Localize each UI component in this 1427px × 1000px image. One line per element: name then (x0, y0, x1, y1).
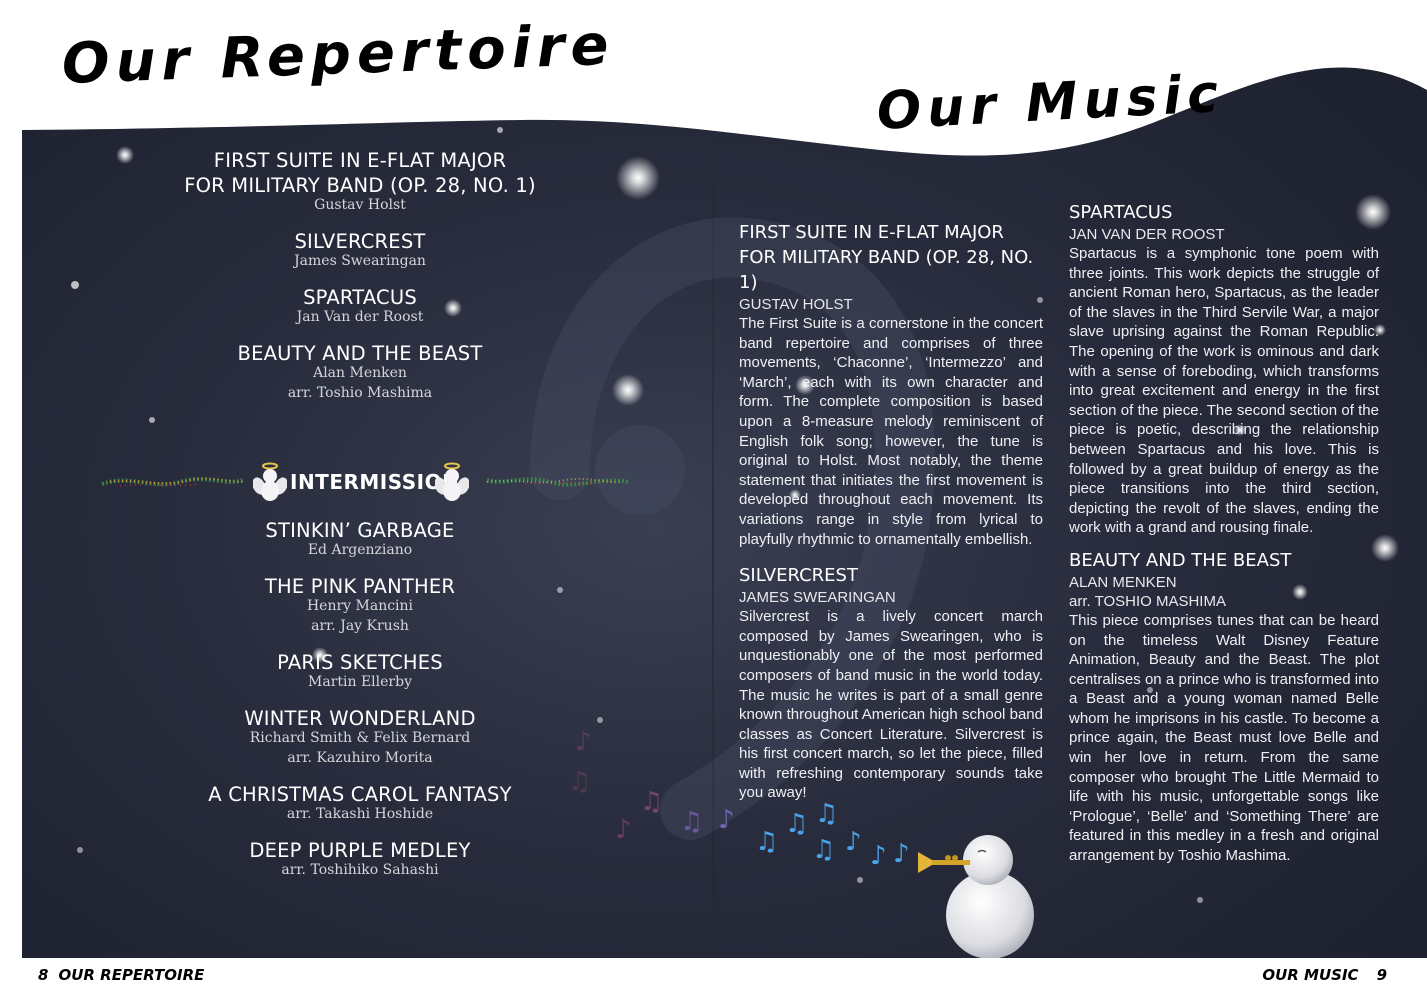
page-number-left: 8 (38, 966, 49, 984)
intermission-label: INTERMISSION (290, 470, 460, 494)
program-item: WINTER WONDERLAND Richard Smith & Felix … (160, 706, 560, 768)
program-item-credit: arr. Toshihiko Sahashi (281, 862, 439, 878)
articles-column-right: SPARTACUS JAN VAN DER ROOST Spartacus is… (1069, 200, 1379, 876)
folio-left: 8 OUR REPERTOIRE (38, 966, 204, 984)
article-body: This piece comprises tunes that can be h… (1069, 611, 1379, 865)
program-item: DEEP PURPLE MEDLEY arr. Toshihiko Sahash… (160, 838, 560, 880)
page-gutter (712, 120, 714, 960)
program-item: PARIS SKETCHES Martin Ellerby (160, 650, 560, 692)
intermission-banner: INTERMISSION (100, 462, 630, 502)
articles-column-middle: FIRST SUITE IN E-FLAT MAJOR FOR MILITARY… (739, 220, 1043, 813)
program-item-title: FIRST SUITE IN E-FLAT MAJOR (213, 149, 507, 172)
program-item-credit: Gustav Holst (314, 197, 406, 213)
article-title: BEAUTY AND THE BEAST (1069, 549, 1292, 571)
program-item-credit: Richard Smith & Felix Bernard (249, 730, 471, 746)
program-item: STINKIN’ GARBAGE Ed Argenziano (160, 518, 560, 560)
article-composer: JAMES SWEARINGAN (739, 589, 896, 607)
program-item-credit: Alan Menken (313, 365, 407, 381)
angel-icon (435, 462, 469, 501)
program-item: SILVERCREST James Swearingan (160, 229, 560, 271)
program-list: FIRST SUITE IN E-FLAT MAJOR FOR MILITARY… (160, 148, 560, 880)
page-number-right: 9 (1376, 966, 1387, 984)
snowman-icon (918, 835, 1034, 959)
article: FIRST SUITE IN E-FLAT MAJOR FOR MILITARY… (739, 220, 1043, 549)
program-item-credit: Jan Van der Roost (296, 309, 424, 325)
program-item-arranger: arr. Toshio Mashima (287, 385, 433, 401)
article-composer: JAN VAN DER ROOST (1069, 226, 1225, 243)
trumpet-icon (918, 852, 970, 873)
article: BEAUTY AND THE BEAST ALAN MENKEN arr. TO… (1069, 548, 1379, 866)
page-footer: 8 OUR REPERTOIRE OUR MUSIC 9 (0, 958, 1427, 1000)
article-arranger: arr. TOSHIO MASHIMA (1069, 592, 1226, 610)
program-item-credit: arr. Takashi Hoshide (286, 806, 434, 822)
sparkle-trail-icon (101, 477, 244, 487)
article-title: SPARTACUS (1069, 202, 1173, 223)
program-item-arranger: arr. Jay Krush (311, 618, 409, 634)
article-title: FIRST SUITE IN E-FLAT MAJOR FOR MILITARY… (739, 222, 1034, 293)
section-label-right: OUR MUSIC (1262, 966, 1359, 984)
program-item-credit: James Swearingan (294, 253, 426, 269)
section-label-left: OUR REPERTOIRE (58, 966, 205, 984)
program-item-credit: Henry Mancini (306, 598, 414, 614)
article: SILVERCREST JAMES SWEARINGAN Silvercrest… (739, 563, 1043, 803)
article-body: The First Suite is a cornerstone in the … (739, 315, 1043, 548)
angel-icon (253, 462, 287, 501)
brochure-spread: ♪ ♫ ♪ ♫ ♫ ♪ ♫ ♫ ♫ ♫ ♪ ♪ ♪ Our Repertoire… (0, 0, 1427, 1000)
article: SPARTACUS JAN VAN DER ROOST Spartacus is… (1069, 200, 1379, 538)
article-body: Silvercrest is a lively concert march co… (739, 608, 1043, 802)
program-item: THE PINK PANTHER Henry Mancini arr. Jay … (160, 574, 560, 636)
program-item-arranger: arr. Kazuhiro Morita (287, 750, 433, 766)
article-title: SILVERCREST (739, 565, 858, 587)
folio-right: OUR MUSIC 9 (1262, 966, 1387, 984)
program-item: SPARTACUS Jan Van der Roost (160, 285, 560, 327)
article-composer: GUSTAV HOLST (739, 296, 853, 313)
article-body: Spartacus is a symphonic tone poem with … (1069, 245, 1379, 537)
program-item: A CHRISTMAS CAROL FANTASY arr. Takashi H… (160, 782, 560, 824)
program-item: FIRST SUITE IN E-FLAT MAJOR FOR MILITARY… (160, 148, 560, 215)
program-item: BEAUTY AND THE BEAST Alan Menken arr. To… (160, 341, 560, 403)
program-item-credit: Ed Argenziano (307, 542, 413, 558)
sparkle-trail-icon (486, 477, 629, 487)
program-item-credit: Martin Ellerby (308, 674, 412, 690)
article-composer: ALAN MENKEN (1069, 573, 1177, 591)
